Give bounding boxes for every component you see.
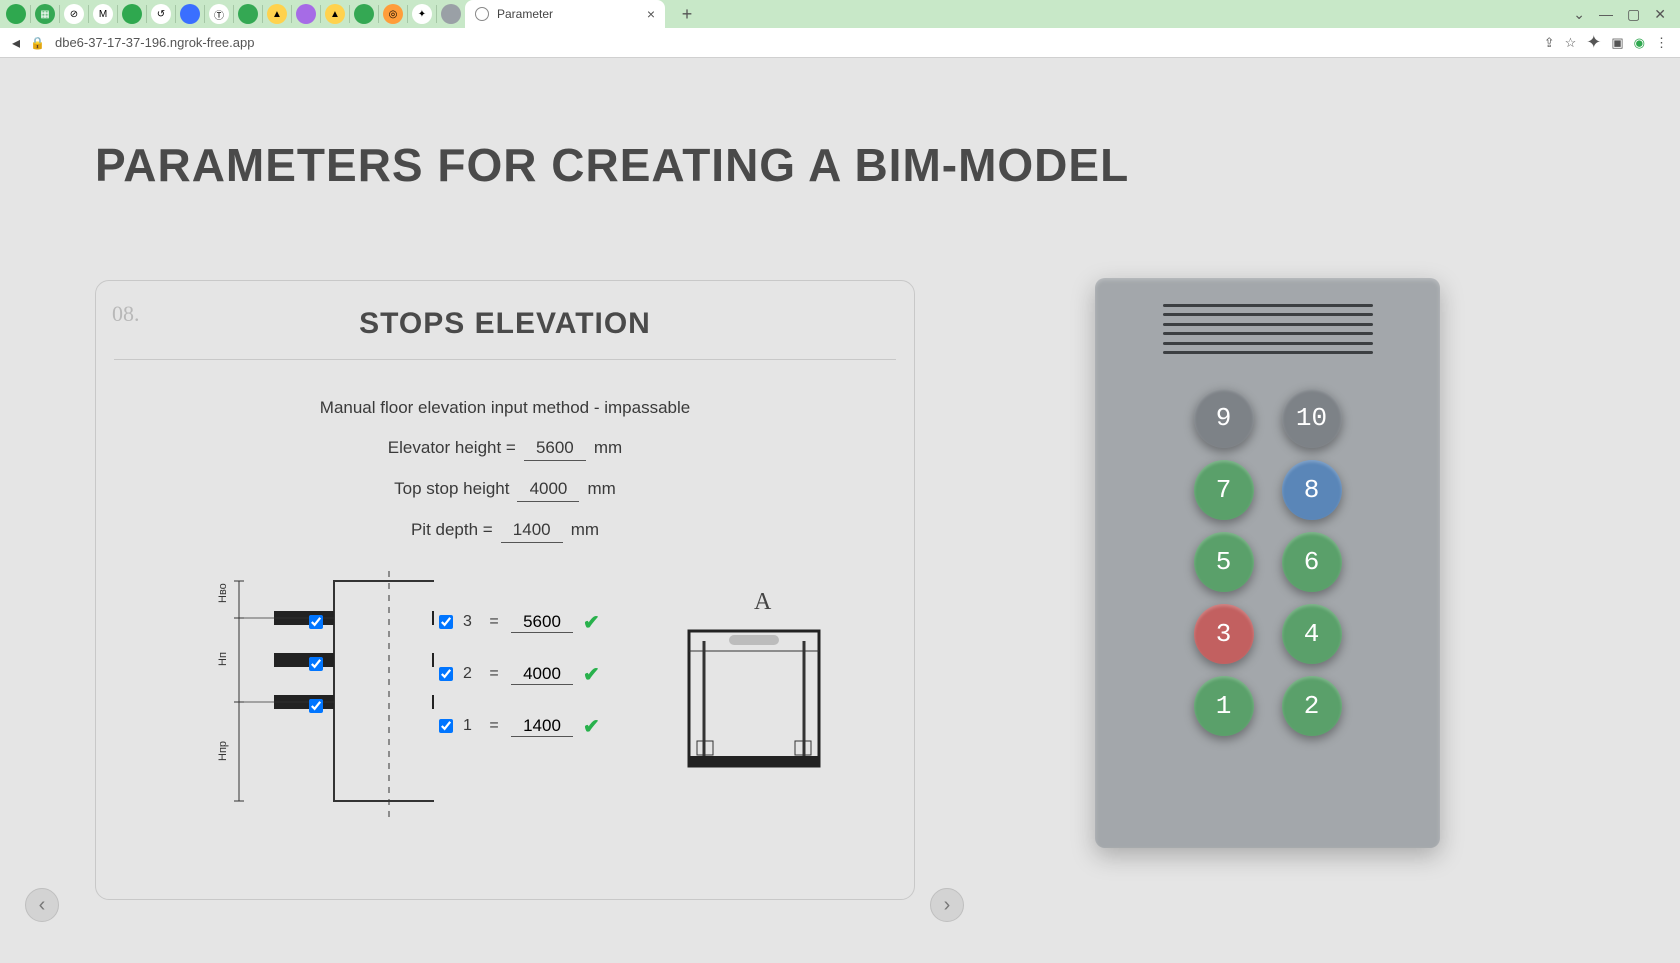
floor-button-1[interactable]: 1 (1194, 676, 1254, 736)
pit-depth-input[interactable] (501, 518, 563, 543)
pinned-tab-icon[interactable] (180, 4, 200, 24)
param-label: Elevator height = (388, 438, 516, 458)
star-icon[interactable]: ☆ (1565, 35, 1577, 51)
chevron-left-icon: ‹ (39, 894, 46, 917)
pinned-tab-icon[interactable]: ▲ (267, 4, 287, 24)
unit-label: mm (587, 479, 615, 499)
stop-enabled-checkbox[interactable] (439, 719, 453, 733)
prev-button[interactable]: ‹ (25, 888, 59, 922)
param-group: Elevator height = mm Top stop height mm … (96, 436, 914, 543)
globe-icon (475, 7, 489, 21)
pinned-tab-icon[interactable] (6, 4, 26, 24)
unit-label: mm (594, 438, 622, 458)
maximize-icon[interactable]: ▢ (1627, 6, 1640, 23)
stop-row: 3 = ✔ (439, 609, 600, 635)
pinned-tab-icon[interactable]: ▦ (35, 4, 55, 24)
card-subtitle: Manual floor elevation input method - im… (96, 398, 914, 418)
param-label: Top stop height (394, 479, 509, 499)
svg-text:Нпр: Нпр (217, 741, 229, 761)
unit-label: mm (571, 520, 599, 540)
floor-button-8[interactable]: 8 (1282, 460, 1342, 520)
stop-index: 3 (463, 613, 477, 631)
stop-value-input[interactable] (511, 612, 573, 633)
param-label: Pit depth = (411, 520, 493, 540)
floor-button-7[interactable]: 7 (1194, 460, 1254, 520)
pinned-tab-icon[interactable] (122, 4, 142, 24)
pinned-tab-icon[interactable] (354, 4, 374, 24)
pit-detail-diagram (679, 621, 829, 781)
step-number: 08. (112, 301, 140, 327)
floor-button-9[interactable]: 9 (1194, 388, 1254, 448)
divider (114, 359, 896, 360)
equals-label: = (487, 665, 501, 683)
stop-index: 1 (463, 717, 477, 735)
page-title: PARAMETERS FOR CREATING A BIM-MODEL (95, 138, 1585, 192)
side-panel-icon[interactable]: ▣ (1611, 35, 1623, 51)
stop-index: 2 (463, 665, 477, 683)
floor-visibility-checkbox[interactable] (309, 699, 323, 713)
diagram-view-label: A (754, 589, 771, 616)
active-tab[interactable]: Parameter × (465, 0, 665, 28)
stop-row: 2 = ✔ (439, 661, 600, 687)
floor-button-2[interactable]: 2 (1282, 676, 1342, 736)
stop-value-input[interactable] (511, 716, 573, 737)
nav-back-icon[interactable]: ◂ (12, 33, 20, 53)
menu-icon[interactable]: ⋮ (1655, 35, 1668, 51)
floor-button-5[interactable]: 5 (1194, 532, 1254, 592)
extensions-icon[interactable]: ✦ (1586, 32, 1601, 53)
close-window-icon[interactable]: ✕ (1654, 6, 1666, 23)
stop-row: 1 = ✔ (439, 713, 600, 739)
card-stops-elevation: 08. STOPS ELEVATION Manual floor elevati… (95, 280, 915, 900)
close-tab-icon[interactable]: × (647, 6, 655, 22)
share-icon[interactable]: ⇪ (1544, 35, 1555, 51)
top-stop-height-input[interactable] (517, 477, 579, 502)
equals-label: = (487, 717, 501, 735)
lock-icon: 🔒 (30, 36, 45, 50)
equals-label: = (487, 613, 501, 631)
svg-text:Нп: Нп (217, 652, 229, 666)
pinned-tab-icon[interactable] (296, 4, 316, 24)
diagram-area: Нво Нп Нпр 3 = ✔ 2 = (114, 571, 894, 881)
address-bar: ◂ 🔒 dbe6-37-17-37-196.ngrok-free.app ⇪ ☆… (0, 28, 1680, 58)
pinned-tab-icon[interactable]: ↺ (151, 4, 171, 24)
pinned-tab-icon[interactable] (441, 4, 461, 24)
tab-title: Parameter (497, 7, 553, 21)
elevator-keypad-panel: 9 10 78563412 (1095, 278, 1440, 848)
floor-button-6[interactable]: 6 (1282, 532, 1342, 592)
pinned-tab-icon[interactable]: M (93, 4, 113, 24)
floor-button-10[interactable]: 10 (1282, 388, 1342, 448)
pinned-tab-icon[interactable]: ✦ (412, 4, 432, 24)
url-text[interactable]: dbe6-37-17-37-196.ngrok-free.app (55, 35, 254, 50)
pinned-tab-icon[interactable]: ⊘ (64, 4, 84, 24)
next-button[interactable]: › (930, 888, 964, 922)
speaker-grille-icon (1163, 304, 1373, 354)
check-icon: ✔ (583, 662, 600, 687)
stop-rows: 3 = ✔ 2 = ✔ 1 = ✔ (439, 609, 600, 739)
pinned-tab-icon[interactable]: ▲ (325, 4, 345, 24)
floor-visibility-checkbox[interactable] (309, 657, 323, 671)
check-icon: ✔ (583, 610, 600, 635)
stop-value-input[interactable] (511, 664, 573, 685)
chevron-right-icon: › (944, 894, 951, 917)
keypad-grid: 9 10 78563412 (1194, 388, 1342, 736)
svg-text:Нво: Нво (217, 583, 229, 603)
stop-enabled-checkbox[interactable] (439, 667, 453, 681)
pinned-tab-icon[interactable]: ◎ (383, 4, 403, 24)
check-icon: ✔ (583, 714, 600, 739)
profile-icon[interactable]: ◉ (1634, 35, 1645, 51)
stop-enabled-checkbox[interactable] (439, 615, 453, 629)
browser-tabstrip: ▦ ⊘ M ↺ Ⓣ ▲ ▲ ◎ ✦ Parameter × + ⌄ — ▢ ✕ (0, 0, 1680, 28)
pinned-tab-icon[interactable]: Ⓣ (209, 4, 229, 24)
card-title: STOPS ELEVATION (116, 307, 894, 341)
new-tab-button[interactable]: + (675, 2, 699, 26)
floor-button-4[interactable]: 4 (1282, 604, 1342, 664)
pinned-tab-icon[interactable] (238, 4, 258, 24)
floor-visibility-checkbox[interactable] (309, 615, 323, 629)
floor-button-3[interactable]: 3 (1194, 604, 1254, 664)
chevron-down-icon[interactable]: ⌄ (1573, 6, 1585, 23)
minimize-icon[interactable]: — (1599, 6, 1613, 23)
elevator-height-input[interactable] (524, 436, 586, 461)
